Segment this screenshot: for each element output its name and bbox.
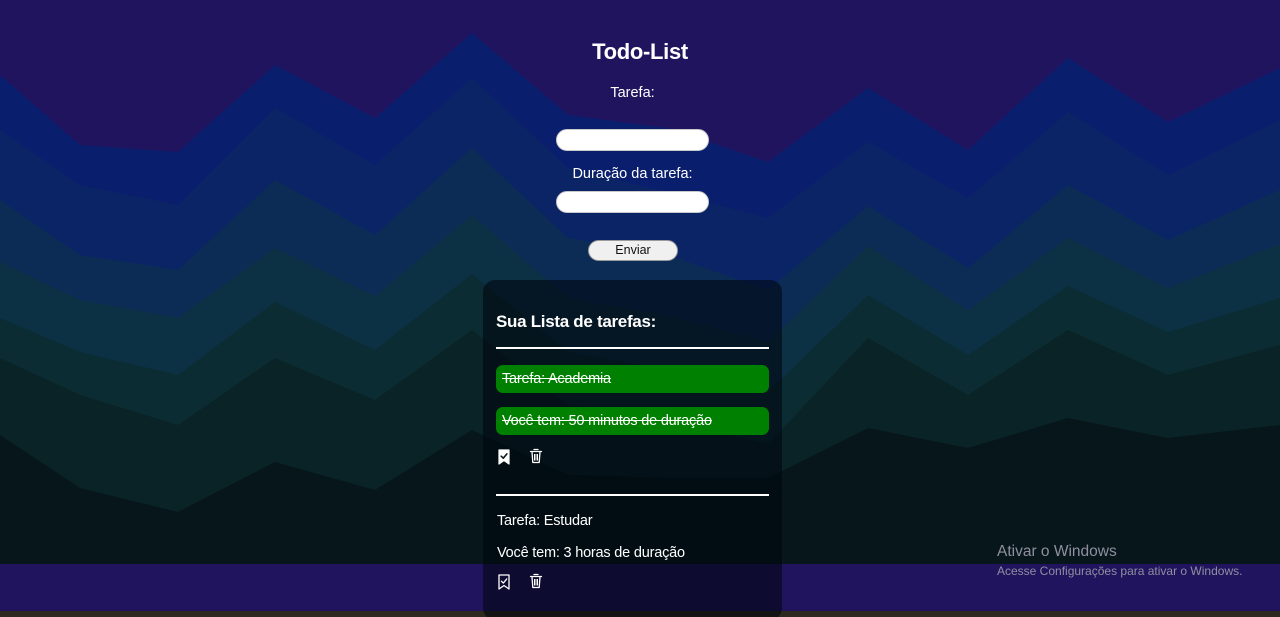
todo-app: Todo-List Tarefa: Duração da tarefa: Env… bbox=[0, 0, 1280, 617]
windows-activation-watermark: Ativar o Windows Acesse Configurações pa… bbox=[997, 543, 1242, 578]
bookmark-check-filled-icon[interactable] bbox=[497, 449, 511, 465]
task-list-title: Sua Lista de tarefas: bbox=[496, 312, 656, 331]
task-label: Tarefa: bbox=[610, 85, 655, 101]
submit-button[interactable]: Enviar bbox=[588, 240, 678, 261]
trash-icon[interactable] bbox=[529, 573, 543, 589]
bookmark-check-outline-icon[interactable] bbox=[497, 574, 511, 590]
duration-label: Duração da tarefa: bbox=[572, 166, 693, 182]
trash-icon[interactable] bbox=[529, 448, 543, 464]
divider bbox=[496, 494, 769, 496]
watermark-subtitle: Acesse Configurações para ativar o Windo… bbox=[997, 564, 1243, 578]
task-item-duration: Você tem: 3 horas de duração bbox=[497, 545, 685, 561]
duration-input[interactable] bbox=[556, 191, 709, 213]
divider bbox=[496, 347, 769, 349]
task-item-name: Tarefa: Estudar bbox=[497, 513, 593, 529]
page-title: Todo-List bbox=[592, 39, 688, 64]
task-input[interactable] bbox=[556, 129, 709, 151]
watermark-title: Ativar o Windows bbox=[997, 543, 1117, 560]
task-item-name-completed: Tarefa: Academia bbox=[496, 365, 769, 393]
task-item-duration-completed: Você tem: 50 minutos de duração bbox=[496, 407, 769, 435]
task-list-panel: Sua Lista de tarefas: Tarefa: Academia V… bbox=[483, 280, 782, 617]
